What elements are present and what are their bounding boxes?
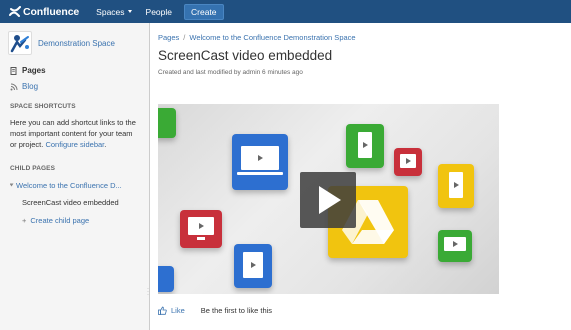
shortcuts-period: .	[104, 140, 107, 149]
nav-spaces[interactable]: Spaces	[96, 6, 132, 17]
play-icon	[319, 186, 341, 214]
breadcrumb-pages[interactable]: Pages	[158, 33, 179, 42]
confluence-logo[interactable]: Confluence	[9, 5, 80, 18]
create-button[interactable]: Create	[184, 3, 224, 20]
page-title: ScreenCast video embedded	[158, 48, 333, 63]
breadcrumb-welcome[interactable]: Welcome to the Confluence Demonstration …	[189, 33, 355, 42]
thumbs-up-icon	[158, 306, 167, 315]
create-child-page-link[interactable]: + Create child page	[10, 213, 140, 227]
monitor-tile-icon	[180, 210, 222, 248]
chevron-down-icon	[127, 10, 132, 13]
tablet-tile-icon	[234, 244, 272, 288]
tree-item-welcome[interactable]: Welcome to the Confluence D...	[10, 178, 140, 192]
tablet-tile-icon	[394, 148, 422, 176]
phone-tile-icon	[346, 124, 384, 168]
space-sidebar: Demonstration Space Pages Blog SPACE SHO…	[0, 23, 150, 330]
nav-people-label: People	[145, 6, 172, 17]
tree-item-welcome-label: Welcome to the Confluence D...	[16, 180, 122, 190]
expand-triangle-icon[interactable]	[10, 183, 14, 187]
like-status-text: Be the first to like this	[200, 306, 273, 315]
like-label: Like	[171, 306, 185, 315]
create-child-page-label: Create child page	[30, 215, 90, 225]
page-metadata: Created and last modified by admin 6 min…	[158, 69, 303, 76]
space-avatar-icon	[10, 35, 29, 53]
space-avatar[interactable]	[8, 31, 32, 55]
child-pages-tree: Welcome to the Confluence D... ScreenCas…	[10, 178, 140, 227]
rss-icon	[10, 83, 18, 90]
sidebar-item-pages[interactable]: Pages	[10, 66, 46, 75]
sidebar-item-blog[interactable]: Blog	[10, 82, 38, 91]
tree-item-current[interactable]: ScreenCast video embedded	[10, 195, 140, 209]
like-section: Like Be the first to like this	[158, 306, 272, 315]
space-header[interactable]: Demonstration Space	[8, 31, 115, 55]
like-button[interactable]: Like	[158, 306, 185, 315]
device-tile-icon	[158, 108, 176, 138]
space-name-link[interactable]: Demonstration Space	[38, 39, 115, 48]
monitor-tile-icon	[438, 230, 472, 262]
video-play-button[interactable]	[300, 172, 356, 228]
logo-text: Confluence	[23, 5, 80, 18]
sidebar-resize-handle[interactable]: · · ·	[147, 286, 149, 298]
page-content: Pages / Welcome to the Confluence Demons…	[158, 23, 563, 330]
pages-icon	[10, 66, 17, 75]
nav-spaces-label: Spaces	[96, 6, 125, 17]
breadcrumb: Pages / Welcome to the Confluence Demons…	[158, 33, 356, 42]
nav-people[interactable]: People	[146, 7, 172, 17]
breadcrumb-separator: /	[183, 33, 186, 42]
confluence-logo-icon	[9, 5, 21, 17]
top-navigation-bar: Confluence Spaces People Create	[0, 0, 571, 23]
laptop-tile-icon	[232, 134, 288, 190]
sidebar-item-pages-label: Pages	[22, 66, 46, 75]
embedded-video-player[interactable]	[158, 104, 499, 294]
child-pages-heading: CHILD PAGES	[10, 165, 56, 172]
plus-icon: +	[22, 215, 27, 225]
space-shortcuts-heading: SPACE SHORTCUTS	[10, 103, 76, 110]
space-shortcuts-text: Here you can add shortcut links to the m…	[10, 117, 140, 150]
device-tile-icon	[158, 266, 174, 292]
configure-sidebar-link[interactable]: Configure sidebar	[45, 140, 104, 149]
phone-tile-icon	[438, 164, 474, 208]
sidebar-item-blog-label: Blog	[22, 82, 39, 91]
